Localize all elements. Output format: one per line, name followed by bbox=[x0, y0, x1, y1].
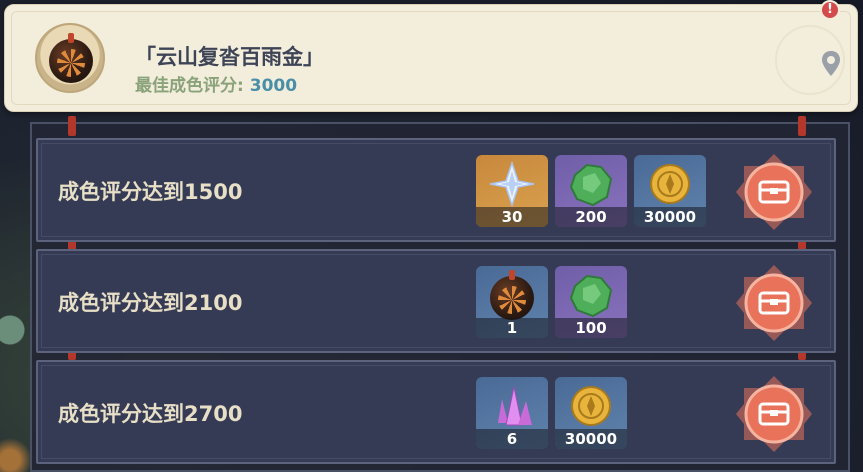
reward-quantity: 30000 bbox=[555, 429, 627, 449]
reward-quantity: 1 bbox=[476, 318, 548, 338]
reward-quantity: 200 bbox=[555, 207, 627, 227]
reward-slot-jade[interactable]: 100 bbox=[555, 266, 627, 338]
event-header-card: 「云山复沓百雨金」 最佳成色评分: 3000 bbox=[4, 4, 858, 112]
reward-slot-primogem[interactable]: 30 bbox=[476, 155, 548, 227]
rope-knot bbox=[68, 116, 76, 136]
claim-chest-button[interactable] bbox=[734, 152, 814, 232]
reward-quantity: 100 bbox=[555, 318, 627, 338]
reward-quantity: 6 bbox=[476, 429, 548, 449]
score-threshold-label: 成色评分达到2100 bbox=[58, 291, 243, 315]
reward-row: 成色评分达到2700 6 30000 bbox=[36, 360, 836, 464]
best-score-label: 最佳成色评分: bbox=[135, 76, 244, 96]
score-threshold-label: 成色评分达到1500 bbox=[58, 180, 243, 204]
location-pin-icon[interactable] bbox=[819, 49, 843, 79]
reward-row: 成色评分达到2100 1 100 bbox=[36, 249, 836, 353]
best-score: 最佳成色评分: 3000 bbox=[135, 71, 297, 96]
reward-slot-mora[interactable]: 30000 bbox=[555, 377, 627, 449]
reward-row: 成色评分达到1500 30 200 30000 bbox=[36, 138, 836, 242]
rope-knot bbox=[798, 116, 806, 136]
jade-ore-icon bbox=[569, 163, 613, 207]
reward-slot-mora[interactable]: 30000 bbox=[634, 155, 706, 227]
firework-emblem bbox=[35, 23, 105, 93]
claim-chest-button[interactable] bbox=[734, 263, 814, 343]
claim-chest-button[interactable] bbox=[734, 374, 814, 454]
reward-slot-jade[interactable]: 200 bbox=[555, 155, 627, 227]
reward-slot-firework[interactable]: 1 bbox=[476, 266, 548, 338]
reward-quantity: 30 bbox=[476, 207, 548, 227]
primogem-icon bbox=[489, 161, 535, 207]
score-threshold-label: 成色评分达到2700 bbox=[58, 402, 243, 426]
mora-coin-icon bbox=[650, 164, 690, 204]
background-decoration bbox=[0, 290, 30, 380]
alert-badge: ! bbox=[820, 0, 840, 20]
reward-quantity: 30000 bbox=[634, 207, 706, 227]
event-title: 「云山复沓百雨金」 bbox=[135, 45, 324, 69]
firework-bomb-icon bbox=[49, 32, 93, 83]
mora-coin-icon bbox=[571, 386, 611, 426]
firework-bomb-icon bbox=[490, 269, 534, 320]
jade-ore-icon bbox=[569, 274, 613, 318]
crystal-icon bbox=[498, 386, 532, 426]
reward-slot-crystal[interactable]: 6 bbox=[476, 377, 548, 449]
best-score-value: 3000 bbox=[249, 76, 298, 96]
